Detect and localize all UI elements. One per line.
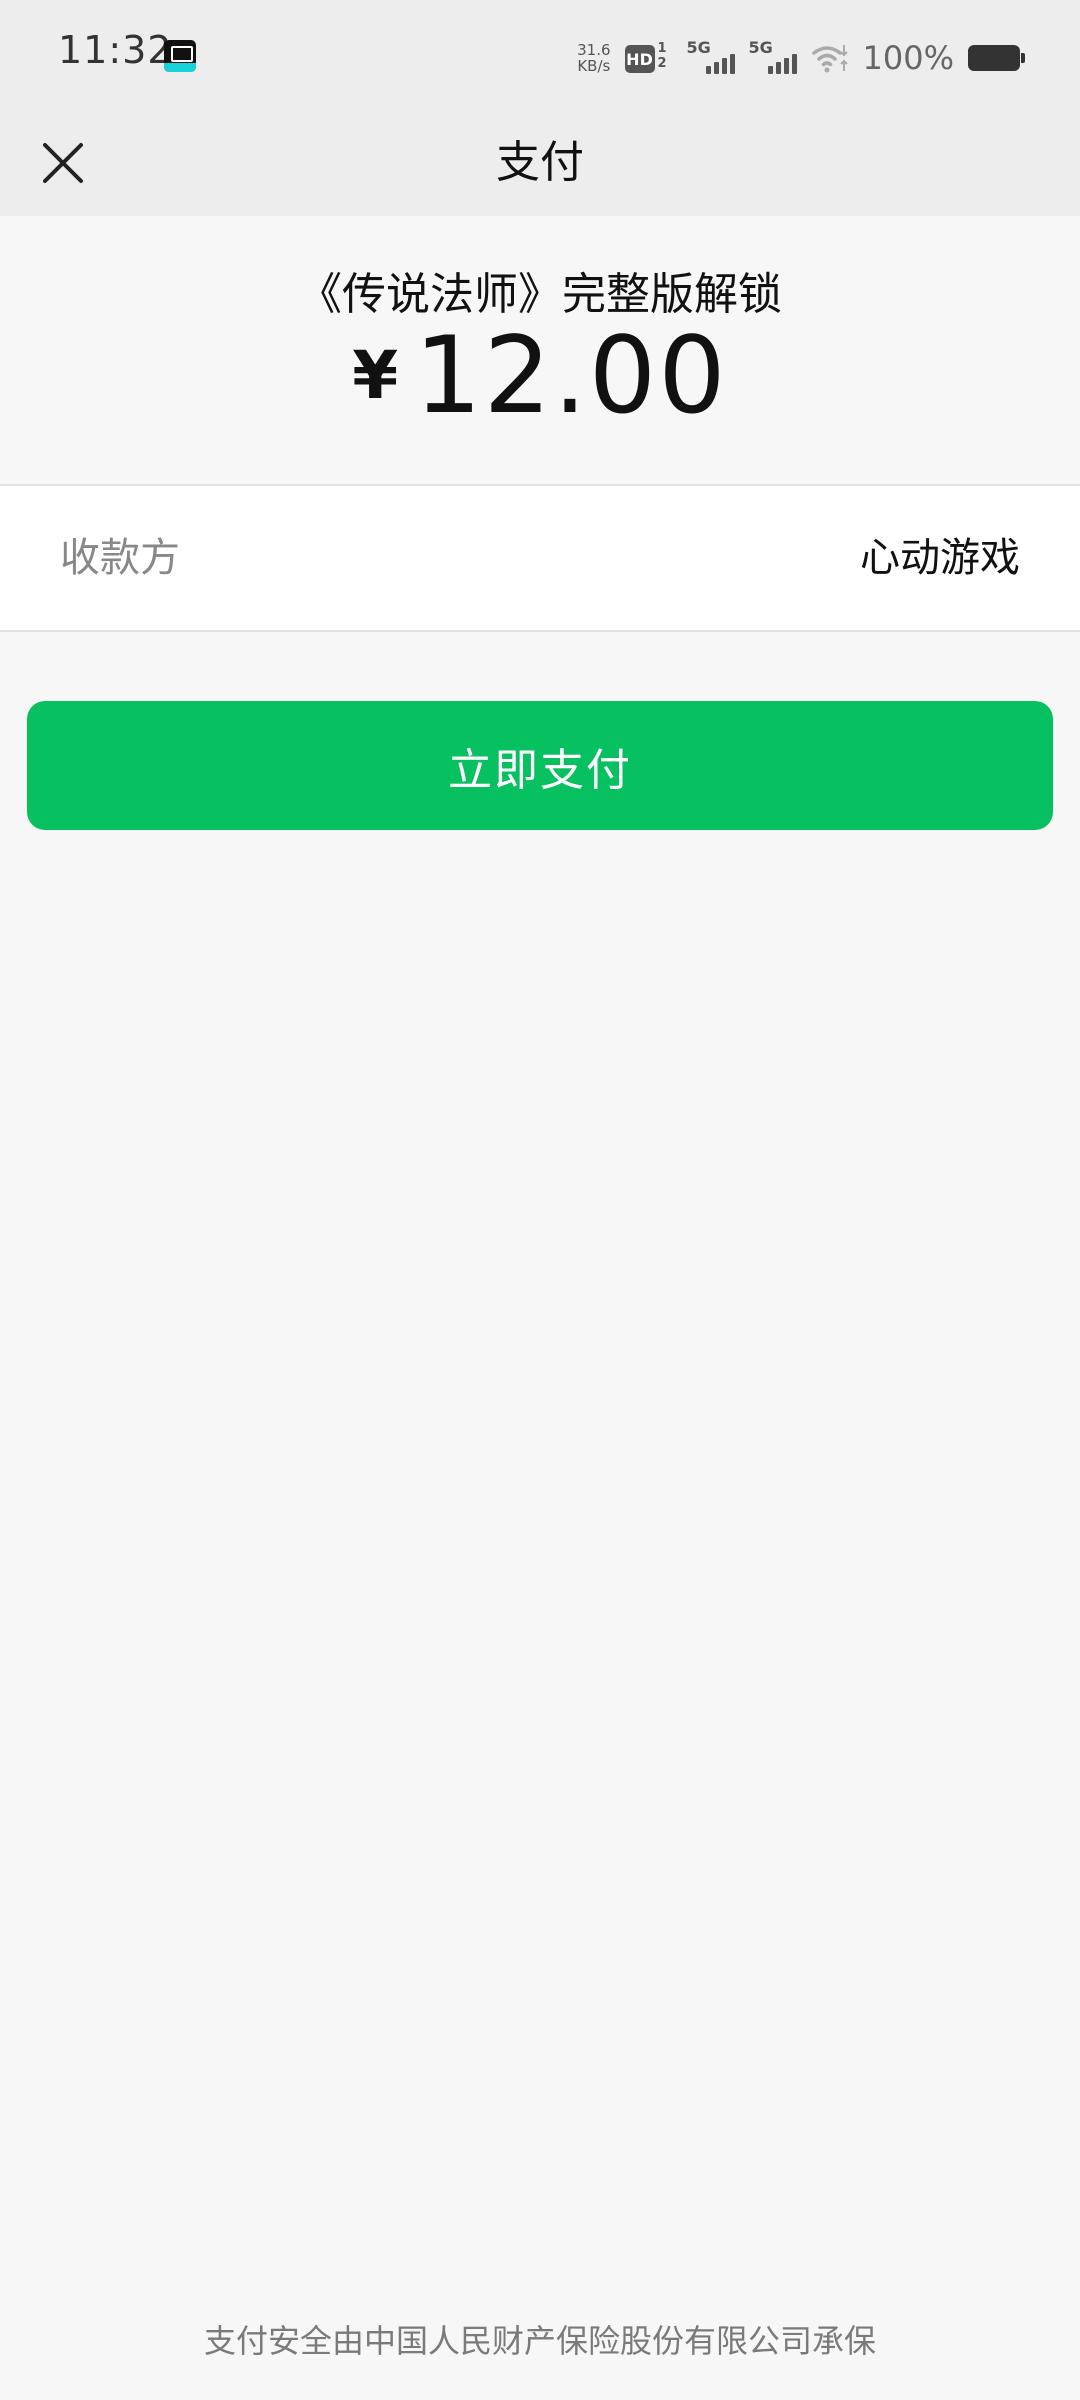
signal-icon-sim2: 5G [749, 38, 797, 76]
nav-bar: 支付 [0, 110, 1080, 216]
page-title: 支付 [496, 137, 584, 188]
payment-screen: 11:32 31.6 KB/s HD 1 2 5G 5G 100% 支付 《传说… [0, 0, 1080, 2400]
hd-sim-bottom: 2 [657, 56, 667, 71]
status-indicators: 31.6 KB/s HD 1 2 5G 5G 100% [577, 36, 1025, 80]
product-name: 《传说法师》完整版解锁 [298, 269, 782, 320]
hd-label: HD [624, 45, 655, 73]
status-bar: 11:32 31.6 KB/s HD 1 2 5G 5G 100% [0, 0, 1080, 110]
signal-bars-icon [705, 54, 735, 74]
signal-icon-sim1: 5G [687, 38, 735, 76]
currency-symbol: ¥ [352, 337, 399, 414]
network-speed: 31.6 KB/s [577, 42, 610, 74]
notification-app-icon [164, 40, 196, 72]
hd-sim-top: 1 [657, 41, 667, 56]
insurance-note: 支付安全由中国人民财产保险股份有限公司承保 [203, 2322, 876, 2360]
status-time: 11:32 [58, 28, 173, 72]
payment-amount: ¥ 12.00 [0, 314, 1080, 437]
close-button[interactable] [28, 128, 98, 198]
pay-now-button[interactable]: 立即支付 [27, 701, 1053, 830]
close-icon [43, 143, 83, 183]
wifi-icon [811, 45, 848, 73]
hd-voice-icon: HD 1 2 [624, 41, 673, 75]
hd-sim-numbers: 1 2 [658, 41, 667, 71]
signal-bars-icon [767, 54, 797, 74]
payee-value: 心动游戏 [860, 535, 1020, 581]
amount-value: 12.00 [414, 314, 728, 437]
battery-percentage: 100% [862, 39, 954, 77]
network-speed-unit: KB/s [577, 57, 611, 75]
network-speed-value: 31.6 [577, 41, 611, 59]
payee-label: 收款方 [60, 535, 180, 581]
battery-icon [968, 45, 1025, 71]
payee-row: 收款方 心动游戏 [0, 484, 1080, 632]
order-summary: 《传说法师》完整版解锁 ¥ 12.00 [0, 216, 1080, 484]
